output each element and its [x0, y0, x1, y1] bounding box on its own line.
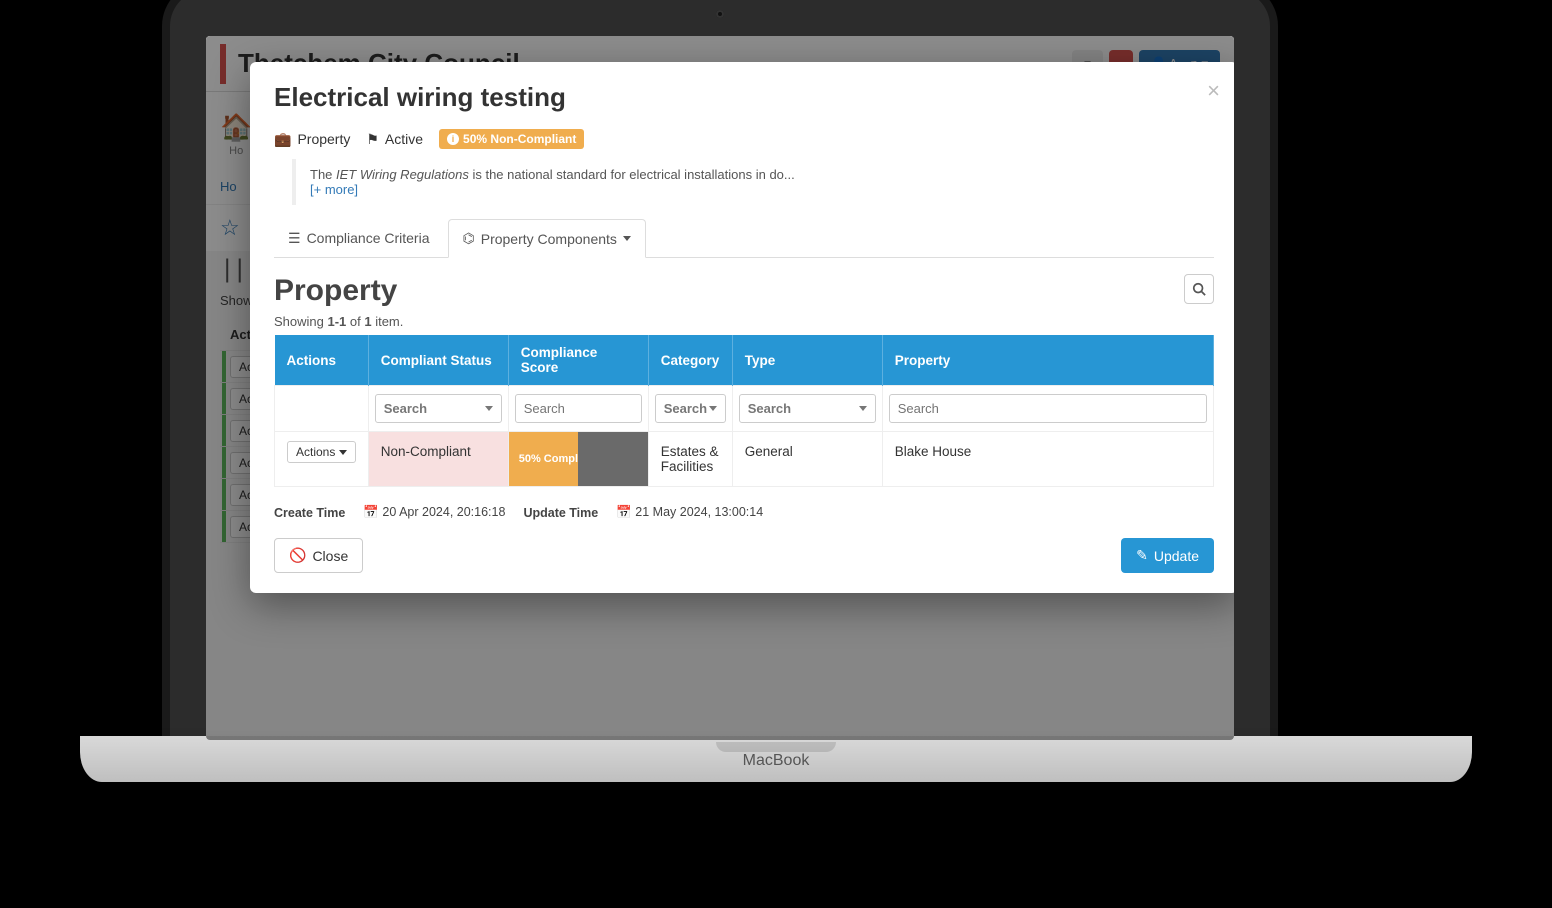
create-time-label: Create Time [274, 506, 345, 520]
chevron-down-icon [623, 236, 631, 241]
cell-type: General [732, 432, 882, 487]
row-actions-menu[interactable]: Actions [287, 441, 356, 463]
list-icon: ☰ [288, 230, 301, 247]
calendar-icon: 📅 [363, 505, 379, 519]
filter-type[interactable]: Search [739, 394, 876, 423]
tab-compliance-criteria[interactable]: ☰ Compliance Criteria [274, 219, 444, 257]
search-icon [1192, 282, 1206, 296]
description: The IET Wiring Regulations is the nation… [292, 159, 1214, 205]
scope-chip: 💼 Property [274, 131, 350, 148]
modal-dialog: × Electrical wiring testing 💼 Property ⚑… [250, 62, 1234, 593]
tab-property-components[interactable]: ⌬ Property Components [448, 219, 646, 258]
cell-category: Estates & Facilities [648, 432, 732, 487]
cell-property: Blake House [882, 432, 1213, 487]
components-table: Actions Compliant Status Compliance Scor… [274, 335, 1214, 487]
th-property[interactable]: Property [882, 335, 1213, 386]
calendar-icon: 📅 [616, 505, 632, 519]
th-status[interactable]: Compliant Status [368, 335, 508, 386]
expand-description[interactable]: [+ more] [310, 182, 358, 197]
info-icon: i [447, 133, 459, 145]
compliance-badge: i 50% Non-Compliant [439, 129, 584, 149]
camera-dot [716, 10, 724, 18]
filter-score[interactable] [515, 394, 642, 423]
table-row: Actions Non-Compliant 50% Compliant Esta… [275, 432, 1214, 487]
cell-score: 50% Compliant [508, 432, 648, 487]
update-time-label: Update Time [523, 506, 598, 520]
th-category[interactable]: Category [648, 335, 732, 386]
th-actions[interactable]: Actions [275, 335, 369, 386]
th-score[interactable]: Compliance Score [508, 335, 648, 386]
briefcase-icon: 💼 [274, 131, 291, 148]
cell-status: Non-Compliant [368, 432, 508, 487]
laptop-brand: MacBook [80, 752, 1472, 770]
modal-title: Electrical wiring testing [274, 82, 1214, 113]
update-time: 21 May 2024, 13:00:14 [635, 505, 763, 519]
pencil-icon: ✎ [1136, 547, 1148, 564]
result-count: Showing 1-1 of 1 item. [274, 314, 1214, 329]
close-button[interactable]: 🚫Close [274, 538, 363, 573]
status-flag: ⚑ Active [366, 131, 423, 148]
create-time: 20 Apr 2024, 20:16:18 [382, 505, 505, 519]
search-button[interactable] [1184, 274, 1214, 304]
close-icon[interactable]: × [1207, 78, 1220, 104]
filter-status[interactable]: Search [375, 394, 502, 423]
section-title: Property [274, 274, 397, 308]
th-type[interactable]: Type [732, 335, 882, 386]
filter-property[interactable] [889, 394, 1207, 423]
update-button[interactable]: ✎Update [1121, 538, 1214, 573]
ban-icon: 🚫 [289, 547, 306, 564]
flag-icon: ⚑ [366, 131, 379, 148]
filter-category[interactable]: Search [655, 394, 726, 423]
sitemap-icon: ⌬ [463, 230, 475, 247]
